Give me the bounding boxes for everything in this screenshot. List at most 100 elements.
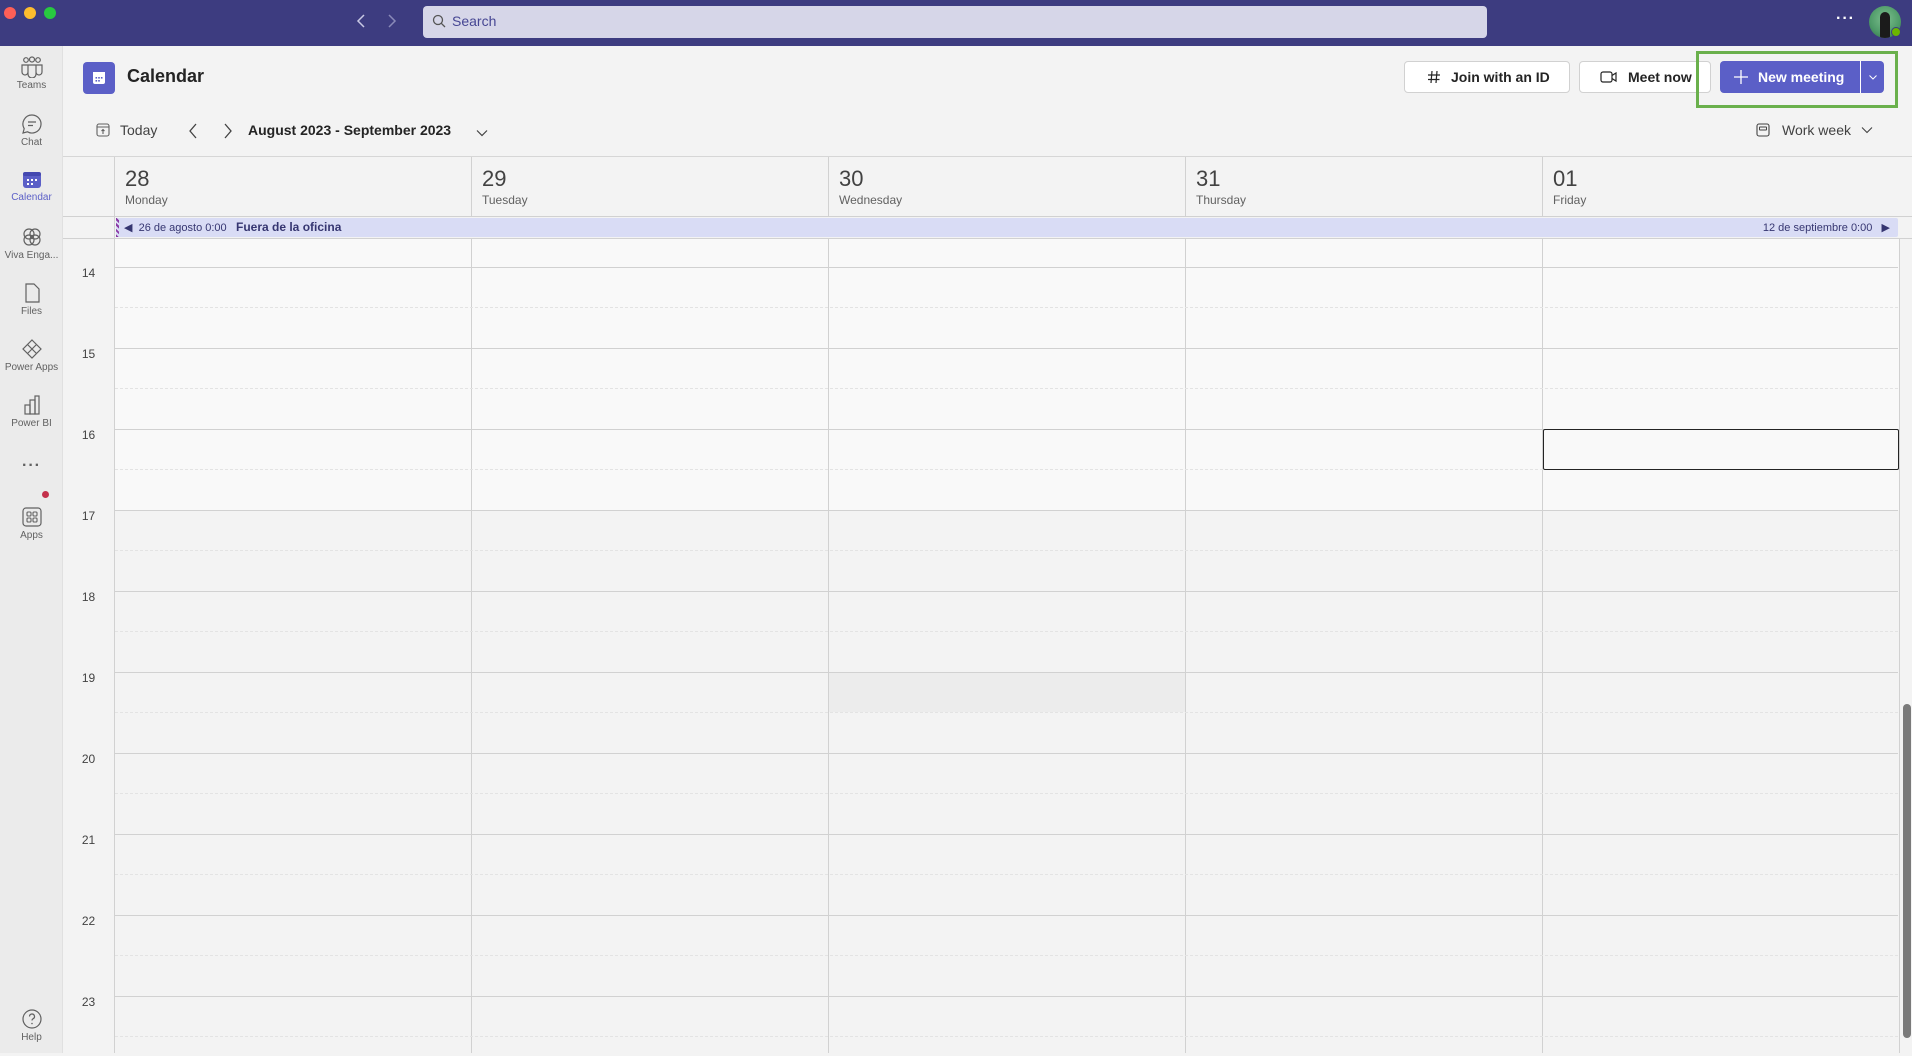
notification-badge <box>42 491 49 498</box>
half-hour-line <box>115 550 1898 551</box>
page-title: Calendar <box>127 66 205 86</box>
day-number: 30 <box>839 166 864 191</box>
half-hour-line <box>115 307 1898 308</box>
hashtag-icon <box>1428 70 1440 84</box>
rail-label: Viva Enga... <box>4 250 59 261</box>
rail-item-apps[interactable]: Apps <box>0 506 63 554</box>
chevron-left-icon <box>356 14 365 28</box>
previous-week-button[interactable] <box>182 120 204 142</box>
day-header-friday[interactable]: 01 Friday <box>1542 157 1899 216</box>
day-header-thursday[interactable]: 31 Thursday <box>1185 157 1542 216</box>
rail-item-viva-engage[interactable]: Viva Enga... <box>0 226 63 274</box>
day-header-tuesday[interactable]: 29 Tuesday <box>471 157 828 216</box>
view-selector[interactable]: Work week <box>1756 122 1873 138</box>
rail-label: Chat <box>20 137 43 148</box>
rail-item-more-apps[interactable]: ··· <box>0 455 63 483</box>
chat-icon <box>21 114 42 134</box>
window-close-button[interactable] <box>4 7 16 19</box>
chevron-right-icon <box>224 123 232 139</box>
calendar-app-icon <box>83 62 115 94</box>
rail-item-power-apps[interactable]: Power Apps <box>0 338 63 386</box>
rail-item-chat[interactable]: Chat <box>0 113 63 161</box>
join-with-id-button[interactable]: Join with an ID <box>1404 61 1570 93</box>
power-apps-icon <box>21 339 42 359</box>
more-apps-icon: ··· <box>22 457 41 474</box>
day-number: 29 <box>482 166 507 191</box>
work-week-icon <box>1756 123 1770 137</box>
rail-item-files[interactable]: Files <box>0 282 63 330</box>
window-minimize-button[interactable] <box>24 7 36 19</box>
new-meeting-dropdown-button[interactable] <box>1860 61 1884 93</box>
search-input[interactable]: Search <box>423 6 1487 38</box>
date-range-dropdown[interactable] <box>476 124 488 142</box>
day-name: Wednesday <box>839 193 903 207</box>
rail-label: Calendar <box>11 192 52 203</box>
more-options-button[interactable]: ··· <box>1836 10 1855 28</box>
half-hour-line <box>115 631 1898 632</box>
forward-button[interactable] <box>381 10 401 34</box>
hour-line <box>115 915 1898 916</box>
hour-line <box>115 510 1898 511</box>
join-with-id-label: Join with an ID <box>1451 69 1550 85</box>
all-day-event[interactable]: ◀ 26 de agosto 0:00 Fuera de la oficina … <box>116 218 1898 237</box>
avatar-photo <box>1880 12 1890 38</box>
hour-label: 15 <box>81 347 96 361</box>
today-button[interactable]: Today <box>96 122 157 138</box>
day-header-wednesday[interactable]: 30 Wednesday <box>828 157 1185 216</box>
hour-label: 22 <box>81 914 96 928</box>
back-button[interactable] <box>352 10 372 34</box>
date-range-picker[interactable]: August 2023 - September 2023 <box>248 122 451 138</box>
next-week-button[interactable] <box>217 120 239 142</box>
window-maximize-button[interactable] <box>44 7 56 19</box>
hour-label: 21 <box>81 833 96 847</box>
out-of-office-stripe <box>116 218 119 237</box>
meet-now-button[interactable]: Meet now <box>1579 61 1711 93</box>
event-end-text: 12 de septiembre 0:00 <box>1762 222 1873 234</box>
new-meeting-button[interactable]: New meeting <box>1720 61 1860 93</box>
hour-line <box>115 672 1898 673</box>
chevron-down-icon <box>1861 127 1873 134</box>
hour-line <box>115 267 1898 268</box>
hour-label: 14 <box>81 266 96 280</box>
hour-label: 18 <box>81 590 96 604</box>
rail-item-help[interactable]: Help <box>0 1008 63 1056</box>
calendar-icon <box>22 172 41 188</box>
today-label: Today <box>120 122 158 138</box>
hour-label: 20 <box>81 752 96 766</box>
presence-available-icon <box>1891 27 1901 37</box>
day-column[interactable] <box>115 239 472 1053</box>
files-icon <box>24 283 40 303</box>
chevron-right-icon <box>388 14 397 28</box>
selected-time-slot[interactable] <box>1543 429 1899 470</box>
view-label: Work week <box>1782 122 1851 138</box>
event-end: 12 de septiembre 0:00 ▶ <box>1762 222 1890 234</box>
day-column[interactable] <box>1186 239 1543 1053</box>
chevron-left-icon <box>189 123 197 139</box>
event-start: ◀ 26 de agosto 0:00 <box>124 222 227 234</box>
event-start-text: 26 de agosto 0:00 <box>138 222 227 234</box>
calendar-today-icon <box>96 123 110 137</box>
power-bi-icon <box>23 395 40 415</box>
day-column[interactable] <box>1543 239 1900 1053</box>
hour-line <box>115 348 1898 349</box>
rail-item-power-bi[interactable]: Power BI <box>0 394 63 442</box>
day-number: 31 <box>1196 166 1221 191</box>
half-hour-line <box>115 955 1898 956</box>
hour-label: 16 <box>81 428 96 442</box>
viva-engage-icon <box>22 228 41 246</box>
rail-label: Power BI <box>11 418 52 429</box>
day-column[interactable] <box>829 239 1186 1053</box>
hour-line <box>115 591 1898 592</box>
rail-item-calendar[interactable]: Calendar <box>0 170 63 218</box>
hour-label: 17 <box>81 509 96 523</box>
plus-icon <box>1734 70 1748 84</box>
divider <box>63 216 1912 217</box>
rail-label: Teams <box>16 80 47 91</box>
help-icon <box>21 1009 42 1029</box>
day-column[interactable] <box>472 239 829 1053</box>
day-header-monday[interactable]: 28 Monday <box>114 157 471 216</box>
rail-item-teams[interactable]: Teams <box>0 56 63 104</box>
rail-label: Help <box>21 1032 42 1043</box>
half-hour-line <box>115 874 1898 875</box>
vertical-scrollbar[interactable] <box>1903 704 1911 1038</box>
